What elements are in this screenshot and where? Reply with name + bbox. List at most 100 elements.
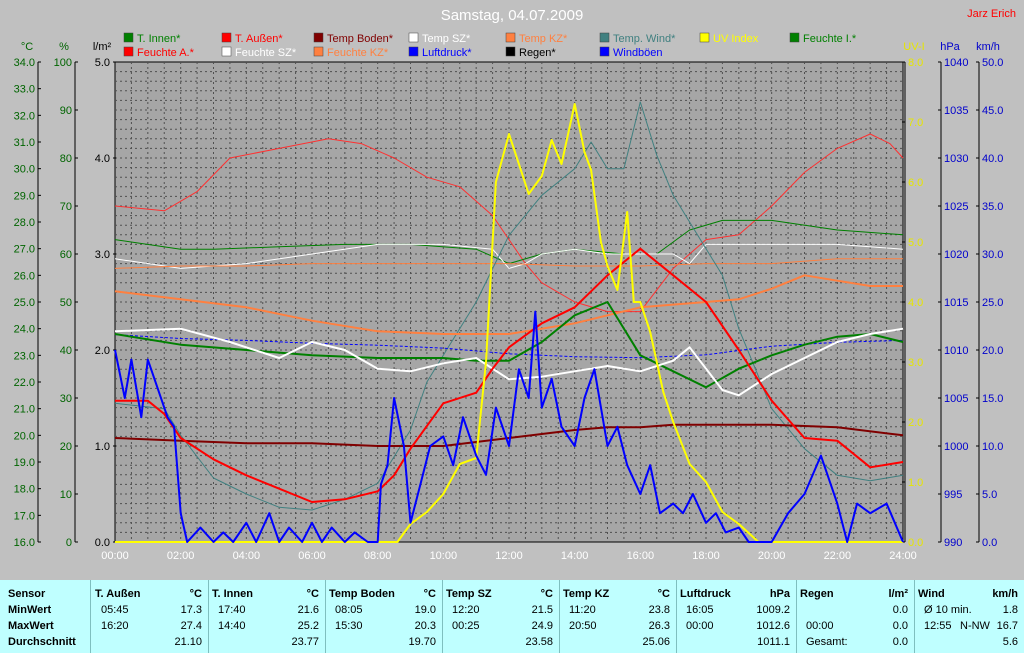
axis-tick-label: 34.0: [14, 57, 35, 69]
table-unit: °C: [657, 588, 670, 600]
table-header: Temp Boden: [329, 588, 395, 600]
axis-tick-label: 28.0: [14, 217, 35, 229]
legend-swatch: [505, 32, 516, 43]
axis-tick-label: 0.0: [982, 537, 997, 549]
axis-tick-label: 17.0: [14, 510, 35, 522]
axis-tick-label: 27.0: [14, 244, 35, 256]
axis-tick-label: 50: [60, 297, 72, 309]
table-col-luftdruck: Luftdruck hPa 16:05 1009.2 00:00 1012.6 1011.1: [676, 580, 797, 653]
table-min-value: 21.5: [531, 604, 553, 616]
table-min-time: 17:40: [218, 604, 246, 616]
axis-unit-label: km/h: [976, 41, 1000, 53]
table-header: T. Innen: [212, 588, 253, 600]
table-col-t-innen: T. Innen °C 17:40 21.6 14:40 25.2 23.77: [208, 580, 326, 653]
legend-entry: Temp SZ*: [422, 33, 471, 45]
table-avg-value: 19.70: [408, 636, 436, 648]
table-col-temp-sz: Temp SZ °C 12:20 21.5 00:25 24.9 23.58: [442, 580, 560, 653]
table-max-time: 20:50: [569, 620, 597, 632]
table-header: Temp SZ: [446, 588, 492, 600]
x-tick-label: 10:00: [430, 550, 458, 562]
table-unit: °C: [540, 588, 553, 600]
table-max-value: 1012.6: [756, 620, 790, 632]
legend-swatch: [123, 32, 134, 43]
axis-3: 0.0 1.0 2.0 3.0 4.0 5.0 6.0 7.0 8.0 UV-I: [902, 41, 925, 549]
table-avg-value: 1011.1: [757, 636, 790, 648]
axis-tick-label: 20.0: [982, 345, 1003, 357]
legend-swatch: [505, 46, 516, 57]
table-header: Wind: [918, 588, 945, 600]
axis-tick-label: 1025: [944, 201, 968, 213]
table-unit: l/m²: [888, 588, 908, 600]
axis-unit-label: UV-I: [903, 41, 924, 53]
axis-tick-label: 22.0: [14, 377, 35, 389]
axis-tick-label: 1010: [944, 345, 968, 357]
table-col-temp-boden: Temp Boden °C 08:05 19.0 15:30 20.3 19.70: [325, 580, 443, 653]
axis-tick-label: 21.0: [14, 404, 35, 416]
table-max-value: 24.9: [531, 620, 553, 632]
legend-entry: Temp KZ*: [519, 33, 568, 45]
x-tick-label: 22:00: [824, 550, 852, 562]
legend-swatch: [313, 46, 324, 57]
axis-tick-label: 24.0: [14, 324, 35, 336]
axis-4: 990 995 1000 1005 1010 1015 1020 1025 1030 1035 10…: [938, 41, 968, 549]
axis-tick-label: 23.0: [14, 350, 35, 362]
axis-tick-label: 32.0: [14, 110, 35, 122]
axis-tick-label: 1.0: [95, 441, 110, 453]
axis-5: 0.0 5.0 10.0 15.0 20.0 25.0 30.0 35.0 40.0 45.0 50…: [976, 41, 1003, 549]
table-max-direction: N-NW: [960, 620, 990, 632]
legend-swatch: [599, 46, 610, 57]
table-avg-value: 25.06: [642, 636, 670, 648]
axis-tick-label: 25.0: [14, 297, 35, 309]
legend-swatch: [789, 32, 800, 43]
legend-entry: T. Innen*: [137, 33, 181, 45]
legend-entry: Feuchte KZ*: [327, 47, 389, 59]
axis-tick-label: 30.0: [982, 249, 1003, 261]
table-avg-value: 23.58: [525, 636, 553, 648]
table-min-value: 21.6: [297, 604, 319, 616]
chart-title: Samstag, 04.07.2009: [441, 7, 584, 24]
axis-tick-label: 35.0: [982, 201, 1003, 213]
table-min-time: 05:45: [101, 604, 129, 616]
table-min-value: 1.8: [1002, 604, 1018, 616]
table-min-value: 0.0: [892, 604, 908, 616]
legend-swatch: [599, 32, 610, 43]
axis-tick-label: 10: [60, 489, 72, 501]
legend-swatch: [408, 46, 419, 57]
table-header: Regen: [800, 588, 834, 600]
axis-tick-label: 10.0: [982, 441, 1003, 453]
table-min-time: Ø 10 min.: [924, 604, 972, 616]
table-unit: km/h: [992, 588, 1018, 600]
x-tick-label: 02:00: [167, 550, 195, 562]
table-header: Temp KZ: [563, 588, 610, 600]
table-header: Luftdruck: [680, 588, 731, 600]
table-max-value: 25.2: [297, 620, 319, 632]
axis-tick-label: 3.0: [95, 249, 110, 261]
axis-tick-label: 1005: [944, 393, 968, 405]
table-max-value: 0.0: [892, 620, 908, 632]
legend-entry: UV Index: [713, 33, 759, 45]
x-tick-label: 04:00: [233, 550, 261, 562]
axis-tick-label: 4.0: [95, 153, 110, 165]
axis-tick-label: 0.0: [908, 537, 923, 549]
axis-tick-label: 6.0: [908, 177, 923, 189]
axis-tick-label: 25.0: [982, 297, 1003, 309]
axis-tick-label: 995: [944, 489, 962, 501]
axis-tick-label: 90: [60, 105, 72, 117]
legend-swatch: [221, 46, 232, 57]
x-tick-label: 06:00: [298, 550, 326, 562]
axis-tick-label: 20.0: [14, 430, 35, 442]
axis-tick-label: 1000: [944, 441, 968, 453]
legend-entry: Temp Boden*: [327, 33, 394, 45]
table-min-time: 08:05: [335, 604, 363, 616]
table-unit: °C: [423, 588, 436, 600]
table-max-value: 26.3: [648, 620, 670, 632]
table-max-time: 00:00: [806, 620, 834, 632]
table-unit: °C: [306, 588, 319, 600]
axis-2: 0.0 1.0 2.0 3.0 4.0 5.0 l/m²: [93, 41, 116, 549]
axis-tick-label: 30.0: [14, 164, 35, 176]
x-tick-label: 20:00: [758, 550, 786, 562]
axis-tick-label: 40.0: [982, 153, 1003, 165]
table-max-value: 20.3: [414, 620, 436, 632]
chart-legend: T. Innen* T. Außen* Temp Boden* Temp SZ* Tem…: [123, 32, 857, 59]
axis-tick-label: 26.0: [14, 270, 35, 282]
